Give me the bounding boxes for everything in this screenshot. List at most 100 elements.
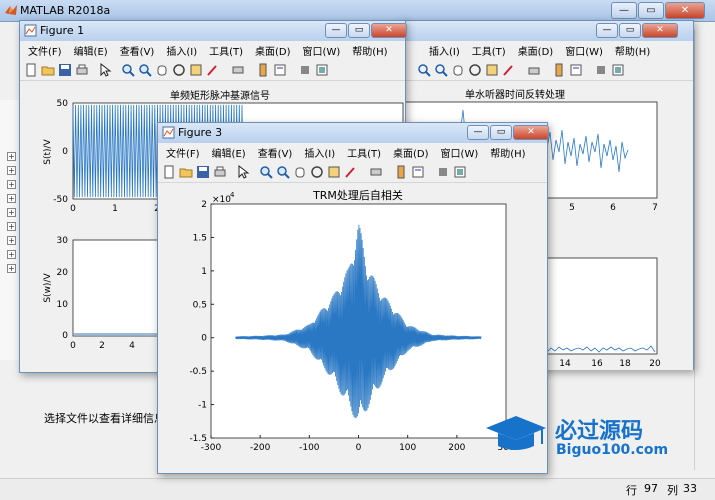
tree-expand-icon[interactable]: + xyxy=(7,236,16,245)
print-icon[interactable] xyxy=(527,63,541,77)
pan-icon[interactable] xyxy=(155,63,169,77)
tree-expand-icon[interactable]: + xyxy=(7,222,16,231)
x-tick-label: 7 xyxy=(652,203,658,213)
edit-plot-icon[interactable] xyxy=(236,164,250,179)
x-tick-label: 14 xyxy=(559,359,571,369)
y-tick-label: 10 xyxy=(57,300,69,310)
zoom-out-icon[interactable] xyxy=(138,63,152,77)
save-icon[interactable] xyxy=(58,63,72,77)
pan-icon[interactable] xyxy=(293,165,307,179)
legend-icon[interactable] xyxy=(411,165,425,179)
menu-file[interactable]: 文件(F) xyxy=(28,43,62,58)
menu-edit[interactable]: 编辑(E) xyxy=(74,43,108,58)
menu-window[interactable]: 窗口(W) xyxy=(565,43,603,58)
menu-help[interactable]: 帮助(H) xyxy=(615,43,650,58)
colorbar-icon[interactable] xyxy=(552,63,566,77)
figure-1-titlebar[interactable]: Figure 1 — ▭ ✕ xyxy=(20,21,407,41)
data-cursor-icon[interactable] xyxy=(189,63,203,77)
zoom-in-icon[interactable] xyxy=(259,165,273,179)
data-cursor-icon[interactable] xyxy=(485,63,499,77)
zoom-out-icon[interactable] xyxy=(434,63,448,77)
brush-icon[interactable] xyxy=(344,165,358,179)
colorbar-icon[interactable] xyxy=(256,63,270,77)
legend-icon[interactable] xyxy=(273,63,287,77)
menu-file[interactable]: 文件(F) xyxy=(166,145,200,160)
minimize-button[interactable]: — xyxy=(325,23,347,38)
brush-icon[interactable] xyxy=(206,63,220,77)
menu-desktop[interactable]: 桌面(D) xyxy=(393,145,429,160)
pan-icon[interactable] xyxy=(451,63,465,77)
colorbar-icon[interactable] xyxy=(394,165,408,179)
restore-button[interactable]: ▭ xyxy=(638,2,664,19)
minimize-button[interactable]: — xyxy=(467,125,489,140)
file-browser-tree[interactable]: + + + + + + + + + xyxy=(0,100,20,360)
new-figure-icon[interactable] xyxy=(162,165,176,179)
app-title: MATLAB R2018a xyxy=(20,4,111,17)
minimize-button[interactable]: — xyxy=(596,23,618,38)
menu-view[interactable]: 查看(V) xyxy=(120,43,155,58)
link-plot-icon[interactable] xyxy=(231,63,245,77)
show-plot-tools-icon[interactable] xyxy=(453,165,467,179)
tree-expand-icon[interactable]: + xyxy=(7,152,16,161)
tree-expand-icon[interactable]: + xyxy=(7,166,16,175)
hide-plot-tools-icon[interactable] xyxy=(594,63,608,77)
menu-tools[interactable]: 工具(T) xyxy=(209,43,243,58)
tree-expand-icon[interactable]: + xyxy=(7,180,16,189)
legend-icon[interactable] xyxy=(569,63,583,77)
rotate-icon[interactable] xyxy=(310,165,324,179)
matlab-titlebar[interactable]: MATLAB R2018a — ▭ ✕ xyxy=(0,0,715,22)
new-figure-icon[interactable] xyxy=(24,63,38,77)
show-plot-tools-icon[interactable] xyxy=(315,63,329,77)
y-tick-label: -0.5 xyxy=(189,367,207,377)
open-file-icon[interactable] xyxy=(41,63,55,77)
hide-plot-tools-icon[interactable] xyxy=(298,63,312,77)
close-button[interactable]: ✕ xyxy=(371,23,407,38)
tree-expand-icon[interactable]: + xyxy=(7,250,16,259)
y-tick-label: -50 xyxy=(53,195,68,205)
tree-expand-icon[interactable]: + xyxy=(7,264,16,273)
x-tick-label: -300 xyxy=(201,443,222,453)
save-icon[interactable] xyxy=(196,165,210,179)
menu-tools[interactable]: 工具(T) xyxy=(347,145,381,160)
menu-help[interactable]: 帮助(H) xyxy=(490,145,525,160)
menu-window[interactable]: 窗口(W) xyxy=(441,145,479,160)
close-button[interactable]: ✕ xyxy=(642,23,678,38)
edit-plot-icon[interactable] xyxy=(98,62,112,77)
link-plot-icon[interactable] xyxy=(369,165,383,179)
y-tick-label: 1 xyxy=(201,267,207,277)
print-icon[interactable] xyxy=(213,165,227,179)
menu-desktop[interactable]: 桌面(D) xyxy=(255,43,291,58)
figure-3-titlebar[interactable]: Figure 3 — ▭ ✕ xyxy=(158,123,549,143)
print-icon[interactable] xyxy=(75,63,89,77)
hide-plot-tools-icon[interactable] xyxy=(436,165,450,179)
menu-help[interactable]: 帮助(H) xyxy=(352,43,387,58)
rotate-icon[interactable] xyxy=(468,63,482,77)
show-plot-tools-icon[interactable] xyxy=(611,63,625,77)
data-cursor-icon[interactable] xyxy=(327,165,341,179)
tree-expand-icon[interactable]: + xyxy=(7,208,16,217)
minimize-button[interactable]: — xyxy=(611,2,637,19)
zoom-in-icon[interactable] xyxy=(417,63,431,77)
menu-edit[interactable]: 编辑(E) xyxy=(212,145,246,160)
menu-insert[interactable]: 插入(I) xyxy=(429,43,460,58)
zoom-out-icon[interactable] xyxy=(276,165,290,179)
menu-view[interactable]: 查看(V) xyxy=(258,145,293,160)
restore-button[interactable]: ▭ xyxy=(490,125,512,140)
open-file-icon[interactable] xyxy=(179,165,193,179)
close-button[interactable]: ✕ xyxy=(665,2,705,19)
brush-icon[interactable] xyxy=(502,63,516,77)
zoom-in-icon[interactable] xyxy=(121,63,135,77)
menu-window[interactable]: 窗口(W) xyxy=(303,43,341,58)
close-button[interactable]: ✕ xyxy=(513,125,549,140)
menu-insert[interactable]: 插入(I) xyxy=(304,145,335,160)
figure-2-menubar: 插入(I) 工具(T) 桌面(D) 窗口(W) 帮助(H) xyxy=(399,41,693,59)
rotate-icon[interactable] xyxy=(172,63,186,77)
figure-2-titlebar[interactable]: — ▭ ✕ xyxy=(399,21,693,41)
restore-button[interactable]: ▭ xyxy=(348,23,370,38)
tree-expand-icon[interactable]: + xyxy=(7,194,16,203)
restore-button[interactable]: ▭ xyxy=(619,23,641,38)
menu-desktop[interactable]: 桌面(D) xyxy=(518,43,554,58)
figure-2-toolbar xyxy=(399,59,693,81)
menu-insert[interactable]: 插入(I) xyxy=(166,43,197,58)
menu-tools[interactable]: 工具(T) xyxy=(472,43,506,58)
